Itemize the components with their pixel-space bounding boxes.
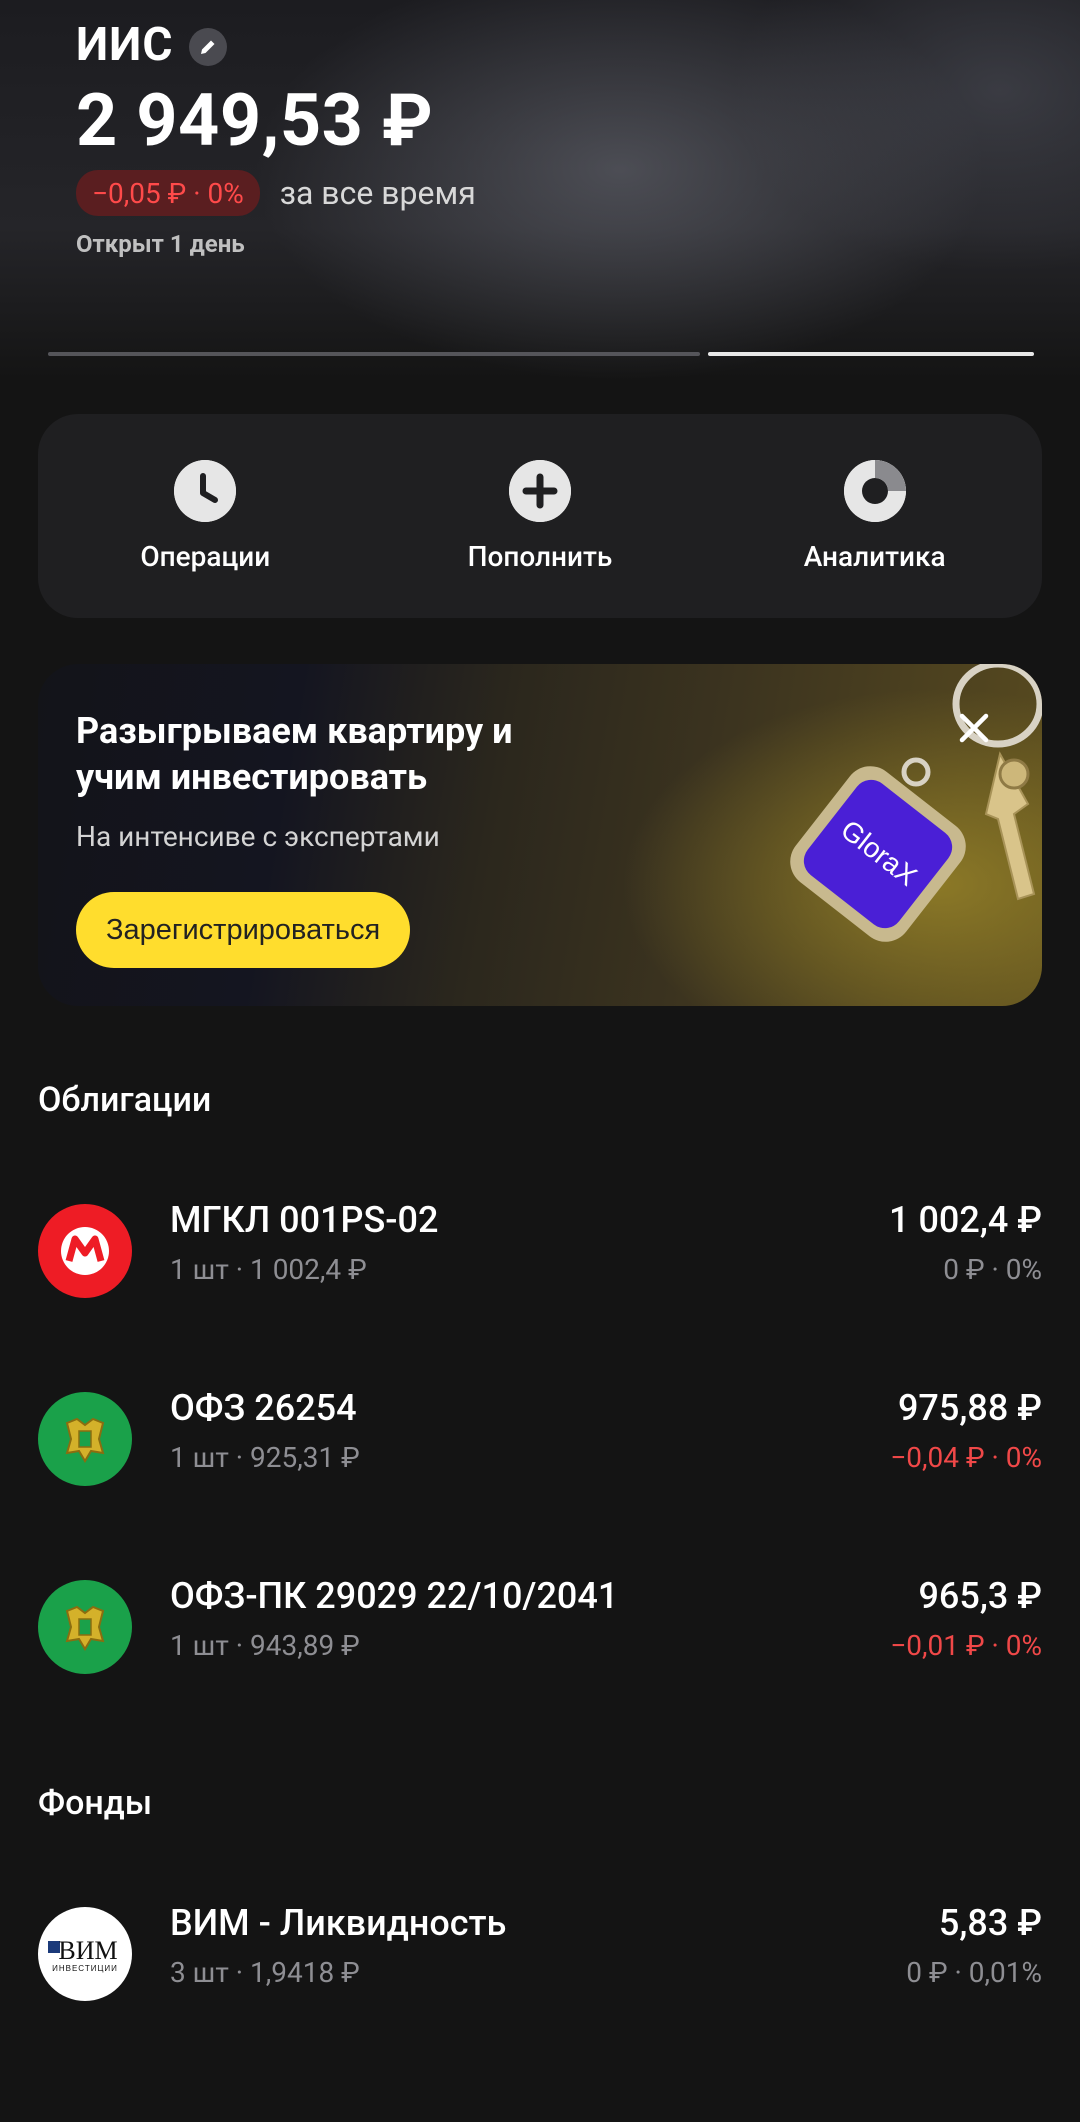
donut-chart-icon [843, 459, 906, 522]
operations-label: Операции [140, 539, 271, 573]
moscow-metro-logo-icon [38, 1204, 132, 1298]
quick-actions: Операции Пополнить Аналитика [38, 414, 1042, 618]
list-item-bond[interactable]: МГКЛ 001PS-02 1 шт · 1 002,4 ₽ 1 002,4 ₽… [38, 1199, 1042, 1299]
account-opened-text: Открыт 1 день [76, 230, 245, 258]
vim-logo-icon: ВИМ ИНВЕСТИЦИИ [38, 1907, 132, 2001]
analytics-label: Аналитика [803, 539, 946, 573]
list-item-bond[interactable]: ОФЗ-ПК 29029 22/10/2041 1 шт · 943,89 ₽ … [38, 1575, 1042, 1675]
promo-banner[interactable]: Разыгрываем квартиру и учим инвестироват… [38, 664, 1042, 1006]
instrument-value: 1 002,4 ₽ [889, 1199, 1042, 1241]
vim-logo-text: ВИМ [58, 1936, 117, 1965]
list-item-fund[interactable]: ВИМ ИНВЕСТИЦИИ ВИМ - Ликвидность 3 шт · … [38, 1902, 1042, 2002]
plus-icon [508, 459, 571, 522]
page-indicator-segment-active [708, 352, 1034, 356]
vim-logo-subtext: ИНВЕСТИЦИИ [52, 1964, 118, 1973]
instrument-value: 5,83 ₽ [938, 1902, 1042, 1944]
instrument-change: −0,01 ₽ · 0% [890, 1629, 1042, 1662]
promo-subtitle: На интенсиве с экспертами [76, 820, 440, 853]
register-button[interactable]: Зарегистрироваться [76, 892, 411, 968]
instrument-name: ОФЗ 26254 [170, 1387, 357, 1429]
account-title: ИИС [76, 18, 174, 72]
instrument-name: МГКЛ 001PS-02 [170, 1199, 439, 1241]
balance-change-badge: −0,05 ₽ · 0% [76, 170, 260, 216]
instrument-quantity: 3 шт · 1,9418 ₽ [170, 1956, 360, 1989]
balance-change-period[interactable]: за все время [280, 174, 476, 212]
bonds-section-title: Облигации [38, 1080, 212, 1120]
instrument-name: ВИМ - Ликвидность [170, 1902, 507, 1944]
coat-of-arms-icon [38, 1580, 132, 1674]
balance-change-row: −0,05 ₽ · 0% за все время [76, 170, 476, 216]
instrument-quantity: 1 шт · 925,31 ₽ [170, 1441, 360, 1474]
portfolio-balance: 2 949,53 ₽ [76, 78, 434, 163]
instrument-change: 0 ₽ · 0% [943, 1253, 1042, 1286]
analytics-button[interactable]: Аналитика [725, 459, 1025, 573]
operations-button[interactable]: Операции [55, 459, 355, 573]
instrument-quantity: 1 шт · 943,89 ₽ [170, 1629, 360, 1662]
list-item-bond[interactable]: ОФЗ 26254 1 шт · 925,31 ₽ 975,88 ₽ −0,04… [38, 1387, 1042, 1487]
pencil-icon[interactable] [189, 28, 228, 66]
instrument-value: 965,3 ₽ [918, 1575, 1042, 1617]
funds-section-title: Фонды [38, 1783, 153, 1823]
keychain-illustration: GloraX [790, 664, 1042, 942]
account-title-row: ИИС [76, 18, 228, 72]
instrument-name: ОФЗ-ПК 29029 22/10/2041 [170, 1575, 619, 1617]
instrument-change: 0 ₽ · 0,01% [906, 1956, 1042, 1989]
top-up-label: Пополнить [467, 539, 613, 573]
page-indicator-segment [48, 352, 700, 356]
instrument-quantity: 1 шт · 1 002,4 ₽ [170, 1253, 367, 1286]
clock-icon [174, 459, 237, 522]
close-icon[interactable] [954, 708, 994, 748]
promo-title: Разыгрываем квартиру и учим инвестироват… [76, 710, 513, 798]
page-indicator [48, 352, 1034, 356]
coat-of-arms-icon [38, 1392, 132, 1486]
instrument-change: −0,04 ₽ · 0% [890, 1441, 1042, 1474]
instrument-value: 975,88 ₽ [897, 1387, 1042, 1429]
top-up-button[interactable]: Пополнить [390, 459, 690, 573]
portfolio-header: ИИС 2 949,53 ₽ −0,05 ₽ · 0% за все время… [0, 0, 1080, 380]
